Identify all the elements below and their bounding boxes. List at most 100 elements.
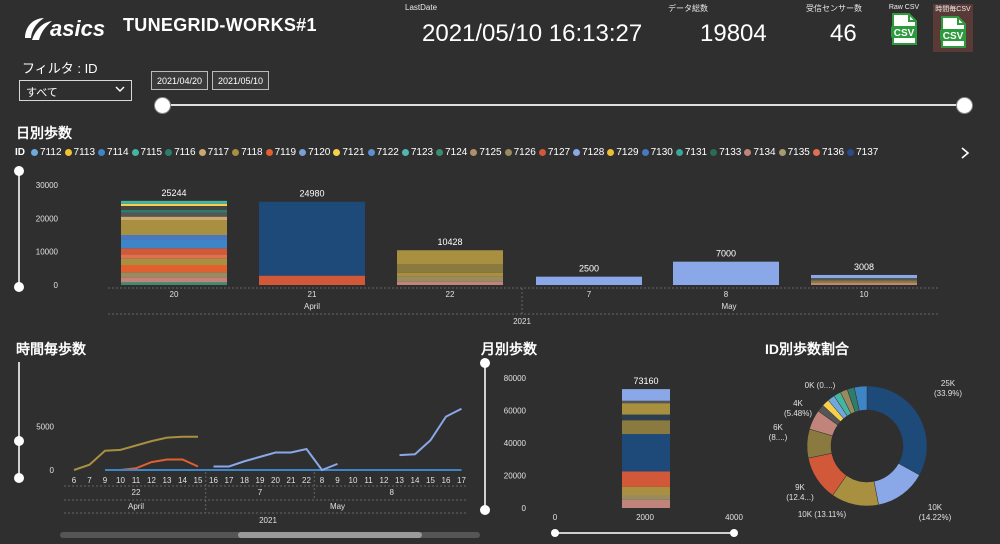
bar-segment xyxy=(121,240,227,249)
x-tick-label: 13 xyxy=(163,476,172,485)
date-start-box[interactable]: 2021/04/20 xyxy=(151,71,209,90)
scrollbar-thumb[interactable] xyxy=(238,532,422,538)
legend-item[interactable]: 7125 xyxy=(470,147,502,158)
y-tick-label: 5000 xyxy=(36,422,54,431)
daily-y-slider-top-handle[interactable] xyxy=(14,166,24,176)
legend-item[interactable]: 7130 xyxy=(641,147,673,158)
logo-text: asics xyxy=(50,16,105,41)
series-line xyxy=(213,447,338,472)
legend-item[interactable]: 7122 xyxy=(367,147,399,158)
legend-item[interactable]: 7113 xyxy=(64,147,96,158)
month-group-label: April xyxy=(304,302,320,311)
hourly-horizontal-scrollbar[interactable] xyxy=(60,532,480,538)
x-tick-label: 15 xyxy=(426,476,435,485)
legend-item[interactable]: 7136 xyxy=(812,147,845,158)
legend-label: 7135 xyxy=(787,147,810,158)
hourly-y-slider-bottom-handle[interactable] xyxy=(14,473,24,483)
bar-segment xyxy=(397,281,503,285)
legend-label: 7114 xyxy=(107,147,129,158)
x-tick-label: 20 xyxy=(170,290,179,299)
legend-item[interactable]: 7135 xyxy=(778,147,810,158)
date-range-slider[interactable] xyxy=(162,104,965,106)
daily-steps-chart: 0 10000 20000 30000 25244 20 24980 21 10428 22 250… xyxy=(36,181,938,326)
legend-label: 7117 xyxy=(207,147,230,158)
legend-item[interactable]: 7120 xyxy=(299,147,330,158)
legend-item[interactable]: 7118 xyxy=(232,147,263,158)
legend-label: 7123 xyxy=(410,147,434,158)
legend-item[interactable]: 7127 xyxy=(538,147,570,158)
legend-item[interactable]: 7117 xyxy=(198,147,230,158)
pie-chart-title: ID別歩数割合 xyxy=(765,341,849,357)
legend-item[interactable]: 7129 xyxy=(607,147,639,158)
legend-item[interactable]: 7133 xyxy=(710,147,741,158)
legend-item[interactable]: 7116 xyxy=(165,147,196,158)
x-tick-label: 10 xyxy=(116,476,125,485)
hourly-csv-button[interactable]: 時間毎CSV CSV xyxy=(933,4,973,52)
y-tick-label: 40000 xyxy=(504,439,527,448)
hourly-y-slider-top-handle[interactable] xyxy=(14,436,24,446)
legend-label: 7120 xyxy=(308,147,331,158)
bar-data-label: 3008 xyxy=(854,262,874,272)
bar-segment xyxy=(121,212,227,217)
legend-item[interactable]: 7126 xyxy=(504,147,536,158)
legend-item[interactable]: 7119 xyxy=(265,147,296,158)
legend-item[interactable]: 7123 xyxy=(401,147,434,158)
monthly-y-slider-top-handle[interactable] xyxy=(480,358,490,368)
date-end-box[interactable]: 2021/05/10 xyxy=(212,71,270,90)
asics-logo: asics xyxy=(25,16,105,41)
legend-item[interactable]: 7134 xyxy=(744,147,776,158)
legend-label: 7128 xyxy=(582,147,605,158)
legend-item[interactable]: 7137 xyxy=(847,147,878,158)
id-legend: ID 7112 7113 7114 7115 7116 7117 7118 7119 7120 7… xyxy=(15,147,881,158)
raw-csv-button[interactable]: Raw CSV CSV xyxy=(884,4,924,52)
bar-data-label: 7000 xyxy=(716,249,736,259)
slice-label: 10K xyxy=(928,503,943,512)
x-tick-label: 10 xyxy=(349,476,358,485)
bar-segment xyxy=(673,261,779,285)
id-filter-select[interactable]: すべて xyxy=(19,80,132,101)
legend-next-icon[interactable] xyxy=(960,147,970,159)
x-tick-label: 13 xyxy=(395,476,404,485)
date-slider-end-handle[interactable] xyxy=(956,97,973,114)
legend-item[interactable]: 7124 xyxy=(436,147,467,158)
legend-item[interactable]: 7112 xyxy=(31,147,62,158)
monthly-y-slider[interactable] xyxy=(484,362,486,510)
legend-label: 7136 xyxy=(821,147,845,158)
day-group-label: 22 xyxy=(132,488,141,497)
slice-label: (12.4...) xyxy=(786,493,814,502)
legend-item[interactable]: 7115 xyxy=(131,147,163,158)
legend-label: 7113 xyxy=(73,147,96,158)
x-tick-label: 14 xyxy=(411,476,420,485)
legend-label: 7118 xyxy=(241,147,263,158)
x-tick-label: 22 xyxy=(446,290,455,299)
csv-file-icon: CSV xyxy=(889,13,919,45)
date-slider-start-handle[interactable] xyxy=(154,97,171,114)
legend-dot xyxy=(333,149,341,156)
x-tick-label: 20 xyxy=(271,476,280,485)
y-tick-label: 30000 xyxy=(36,181,59,190)
month-group-label: May xyxy=(330,502,345,511)
x-tick-label: 12 xyxy=(380,476,389,485)
bar-segment xyxy=(121,235,227,240)
legend-item[interactable]: 7131 xyxy=(675,147,707,158)
x-tick-label: 7 xyxy=(587,290,592,299)
daily-y-slider-bottom-handle[interactable] xyxy=(14,282,24,292)
legend-label: 7115 xyxy=(140,147,163,158)
y-tick-label: 10000 xyxy=(36,248,59,257)
csv-text: CSV xyxy=(943,31,964,42)
x-tick-label: 17 xyxy=(225,476,234,485)
kpi-sensors-label: 受信センサー数 xyxy=(806,4,862,13)
legend-item[interactable]: 7128 xyxy=(573,147,604,158)
legend-item[interactable]: 7121 xyxy=(333,147,365,158)
bar-segment xyxy=(121,200,227,204)
donut-slice xyxy=(866,385,928,476)
bar-data-label: 2500 xyxy=(579,264,599,274)
legend-item[interactable]: 7114 xyxy=(98,147,129,158)
legend-label: 7126 xyxy=(513,147,536,158)
daily-y-slider[interactable] xyxy=(18,170,20,287)
x-tick-label: 7 xyxy=(87,476,92,485)
y-tick-label: 60000 xyxy=(504,407,527,416)
hourly-y-slider[interactable] xyxy=(18,362,20,478)
monthly-y-slider-bottom-handle[interactable] xyxy=(480,505,490,515)
legend-label: 7133 xyxy=(719,147,742,158)
